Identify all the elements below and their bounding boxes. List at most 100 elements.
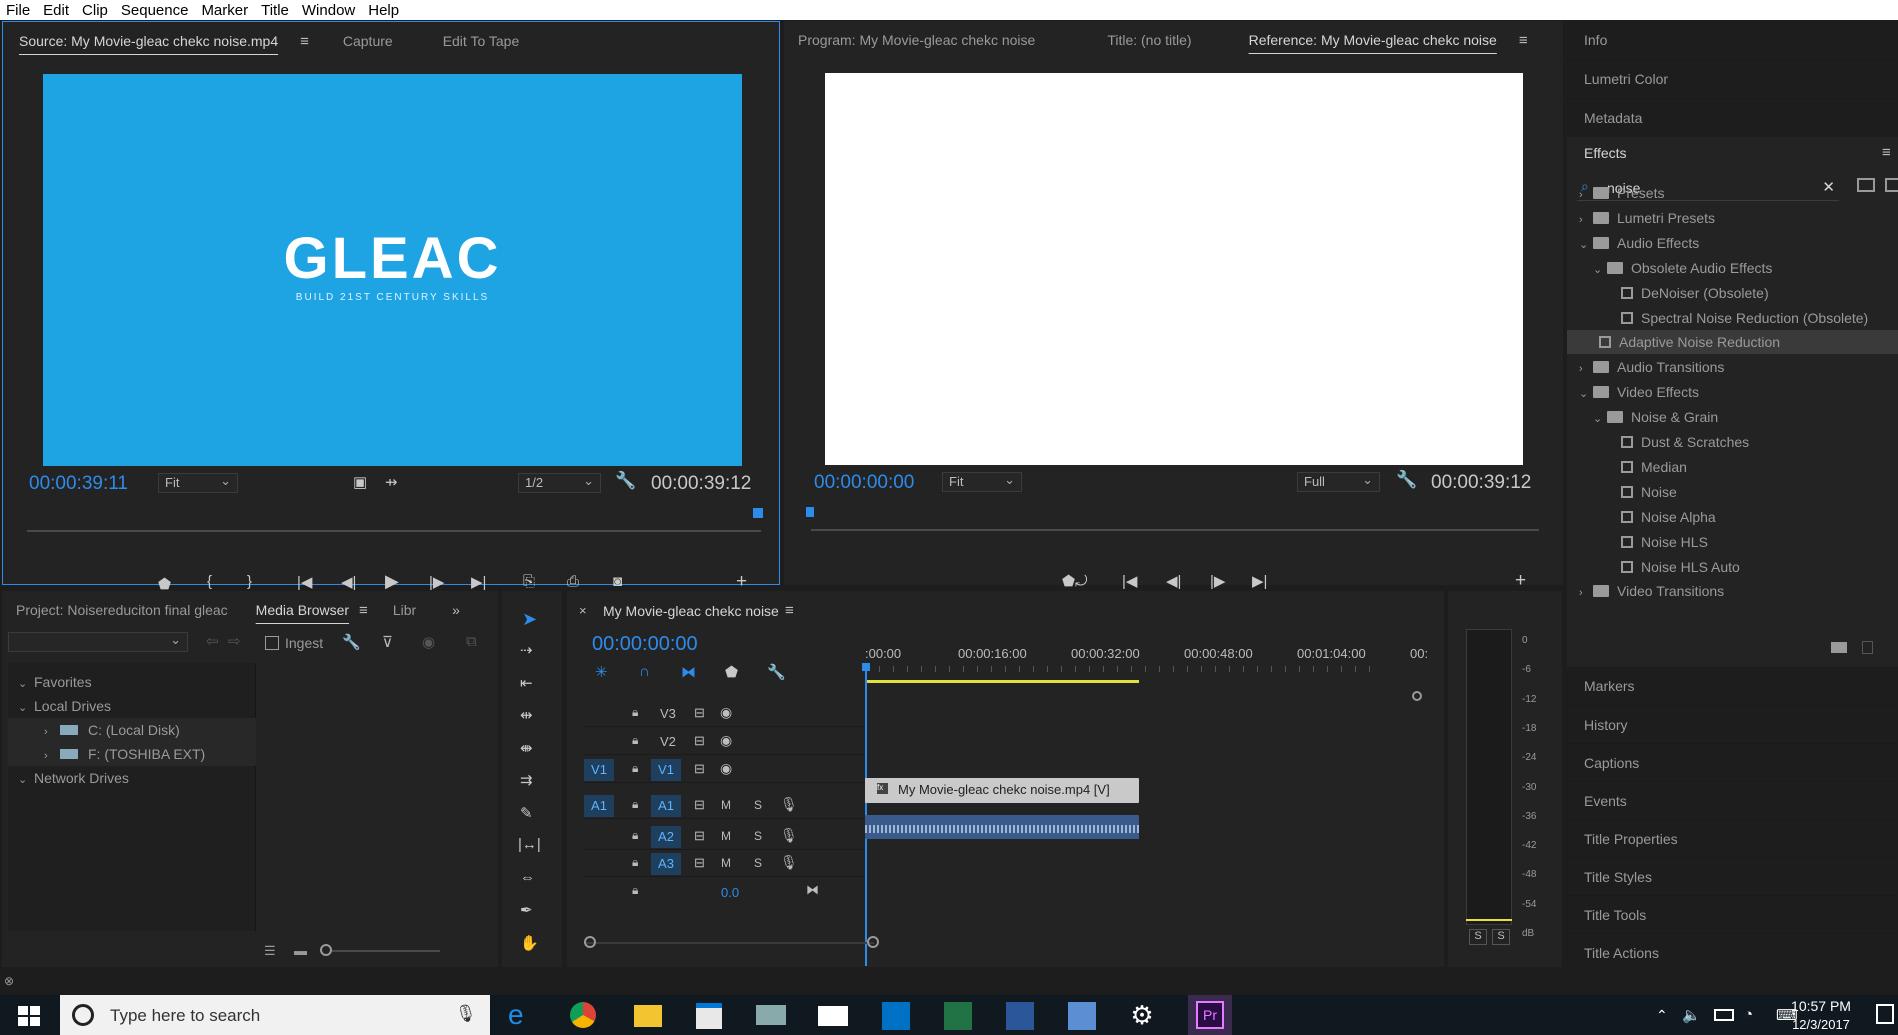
nest-icon[interactable]: ✳ <box>595 663 608 681</box>
program-fit-dropdown[interactable]: Fit <box>942 471 1022 492</box>
tab-edit-to-tape[interactable]: Edit To Tape <box>427 33 536 49</box>
lock-icon[interactable]: 🔒︎ <box>632 883 638 898</box>
menu-icon[interactable]: ≡ <box>1882 144 1891 161</box>
import-icon[interactable]: ⧉ <box>466 633 477 650</box>
panel-title-properties[interactable]: Title Properties <box>1567 819 1897 857</box>
scroll-left-handle[interactable] <box>584 936 596 948</box>
effect-tree-item[interactable]: Noise HLS Auto <box>1567 555 1898 579</box>
expand-panels-icon[interactable]: » <box>452 602 460 618</box>
back-icon[interactable]: ⇦ <box>206 632 219 650</box>
settings-gear-icon[interactable]: ⚙ <box>1128 1001 1156 1029</box>
close-tab-icon[interactable]: × <box>579 603 587 618</box>
menu-file[interactable]: File <box>6 2 30 19</box>
selection-tool-icon[interactable]: ➤ <box>522 609 537 630</box>
drive-tree-item[interactable]: ⌄ Local Drives <box>8 694 256 718</box>
wrench-icon[interactable]: 🔧 <box>342 633 361 651</box>
source-patch-v1[interactable]: V1 <box>584 759 614 781</box>
file-explorer-icon[interactable] <box>634 1005 662 1027</box>
chevron-right-icon[interactable]: › <box>1579 208 1593 232</box>
word-icon[interactable] <box>1006 1002 1034 1030</box>
effect-tree-item[interactable]: › Presets <box>1567 181 1898 205</box>
menu-icon[interactable]: ≡ <box>359 602 368 619</box>
track-label[interactable]: V3 <box>660 706 676 721</box>
sequence-tab[interactable]: My Movie-gleac chekc noise <box>603 603 779 619</box>
menu-icon[interactable]: ≡ <box>785 602 794 619</box>
volume-icon[interactable]: 🔈 <box>1682 1006 1701 1024</box>
edge-icon[interactable]: e <box>508 1001 536 1029</box>
solo-button[interactable]: S <box>754 829 762 843</box>
slide-tool-icon[interactable]: ⇔ <box>520 869 535 886</box>
zoom-slider[interactable] <box>320 950 440 952</box>
track-target-a1[interactable]: A1 <box>651 795 681 817</box>
program-playhead[interactable] <box>806 507 814 517</box>
forward-icon[interactable]: ⇨ <box>228 632 241 650</box>
panel-markers[interactable]: Markers <box>1567 667 1897 705</box>
chevron-right-icon[interactable]: › <box>1579 581 1593 605</box>
source-timecode[interactable]: 00:00:39:11 <box>29 473 128 495</box>
menu-clip[interactable]: Clip <box>82 2 108 19</box>
add-button-icon[interactable]: + <box>1515 570 1526 592</box>
source-patch-a1[interactable]: A1 <box>584 795 614 817</box>
effect-tree-item[interactable]: Dust & Scratches <box>1567 430 1898 454</box>
effect-tree-item[interactable]: Median <box>1567 455 1898 479</box>
chevron-right-icon[interactable]: › <box>1579 357 1593 381</box>
panel-info[interactable]: Info <box>1567 21 1897 59</box>
premiere-taskbar-button[interactable]: Pr <box>1188 995 1232 1035</box>
audio-clip[interactable] <box>865 815 1139 839</box>
effect-tree-item[interactable]: ⌄ Audio Effects <box>1567 231 1898 255</box>
tab-media-browser[interactable]: Media Browser <box>256 602 349 618</box>
action-center-icon[interactable] <box>1876 1004 1894 1024</box>
eye-icon[interactable]: ◉ <box>720 760 732 777</box>
scroll-right-handle[interactable] <box>867 936 879 948</box>
insert-icon[interactable]: ⎘ <box>523 573 535 590</box>
lift-icon[interactable]: ⬟⤾ <box>1062 572 1088 590</box>
menu-icon[interactable]: ≡ <box>1519 32 1528 49</box>
linked-selection-icon[interactable]: ⧓ <box>681 663 696 681</box>
menu-marker[interactable]: Marker <box>201 2 248 19</box>
ripple-delete-tool-icon[interactable]: ⇉ <box>520 771 533 789</box>
cc-icon[interactable]: ⊗ <box>4 974 14 988</box>
go-to-out-icon[interactable]: ▶| <box>471 573 486 591</box>
effect-tree-item[interactable]: Noise Alpha <box>1567 505 1898 529</box>
menu-window[interactable]: Window <box>302 2 355 19</box>
wrench-icon[interactable]: 🔧 <box>1396 470 1417 490</box>
chevron-right-icon[interactable]: › <box>44 720 60 744</box>
effect-tree-item[interactable]: ⌄ Noise & Grain <box>1567 405 1898 429</box>
panel-captions[interactable]: Captions <box>1567 743 1897 781</box>
master-volume-value[interactable]: 0.0 <box>721 885 739 900</box>
sync-lock-icon[interactable]: ⊟ <box>694 855 705 871</box>
icon-view-icon[interactable]: ▬ <box>294 943 307 958</box>
sync-lock-icon[interactable]: ⊟ <box>694 705 705 721</box>
sync-lock-icon[interactable]: ⊟ <box>694 733 705 749</box>
snap-icon[interactable]: ∩ <box>639 663 650 680</box>
work-area-bar[interactable] <box>865 680 1139 683</box>
track-label[interactable]: V2 <box>660 734 676 749</box>
tab-capture[interactable]: Capture <box>327 33 409 49</box>
lock-icon[interactable]: 🔒︎ <box>632 705 638 720</box>
effect-tree-item[interactable]: Spectral Noise Reduction (Obsolete) <box>1567 306 1898 330</box>
effect-tree-item[interactable]: Adaptive Noise Reduction <box>1567 330 1898 355</box>
outlook-icon[interactable] <box>882 1002 910 1030</box>
effect-tree-item[interactable]: ⌄ Obsolete Audio Effects <box>1567 256 1898 280</box>
microphone-icon[interactable]: 🎙 <box>455 1004 477 1024</box>
solo-right-button[interactable]: S <box>1492 929 1510 945</box>
go-to-in-icon[interactable]: |◀ <box>297 573 312 591</box>
menu-edit[interactable]: Edit <box>43 2 69 19</box>
tab-libraries[interactable]: Libr <box>368 602 432 618</box>
microphone-icon[interactable]: 🎙 <box>780 827 798 844</box>
add-marker-icon[interactable]: ⬟ <box>725 663 738 681</box>
drive-tree-item[interactable]: › F: (TOSHIBA EXT) <box>8 742 256 766</box>
battery-icon[interactable] <box>1714 1009 1734 1021</box>
eye-icon[interactable]: ◉ <box>720 704 732 721</box>
show-hidden-icons[interactable]: ⌃ <box>1656 1007 1668 1024</box>
panel-title-actions[interactable]: Title Actions <box>1567 933 1897 971</box>
sync-lock-icon[interactable]: ⊟ <box>694 797 705 813</box>
add-button-icon[interactable]: + <box>736 571 747 593</box>
program-timecode[interactable]: 00:00:00:00 <box>814 472 914 494</box>
lock-icon[interactable]: 🔒︎ <box>632 733 638 748</box>
mark-in-icon[interactable]: { <box>207 573 212 590</box>
lock-icon[interactable]: 🔒︎ <box>632 761 638 776</box>
menu-icon[interactable]: ≡ <box>300 33 309 50</box>
step-back-icon[interactable]: ◀| <box>1166 572 1181 590</box>
effect-tree-item[interactable]: › Video Transitions <box>1567 579 1898 603</box>
